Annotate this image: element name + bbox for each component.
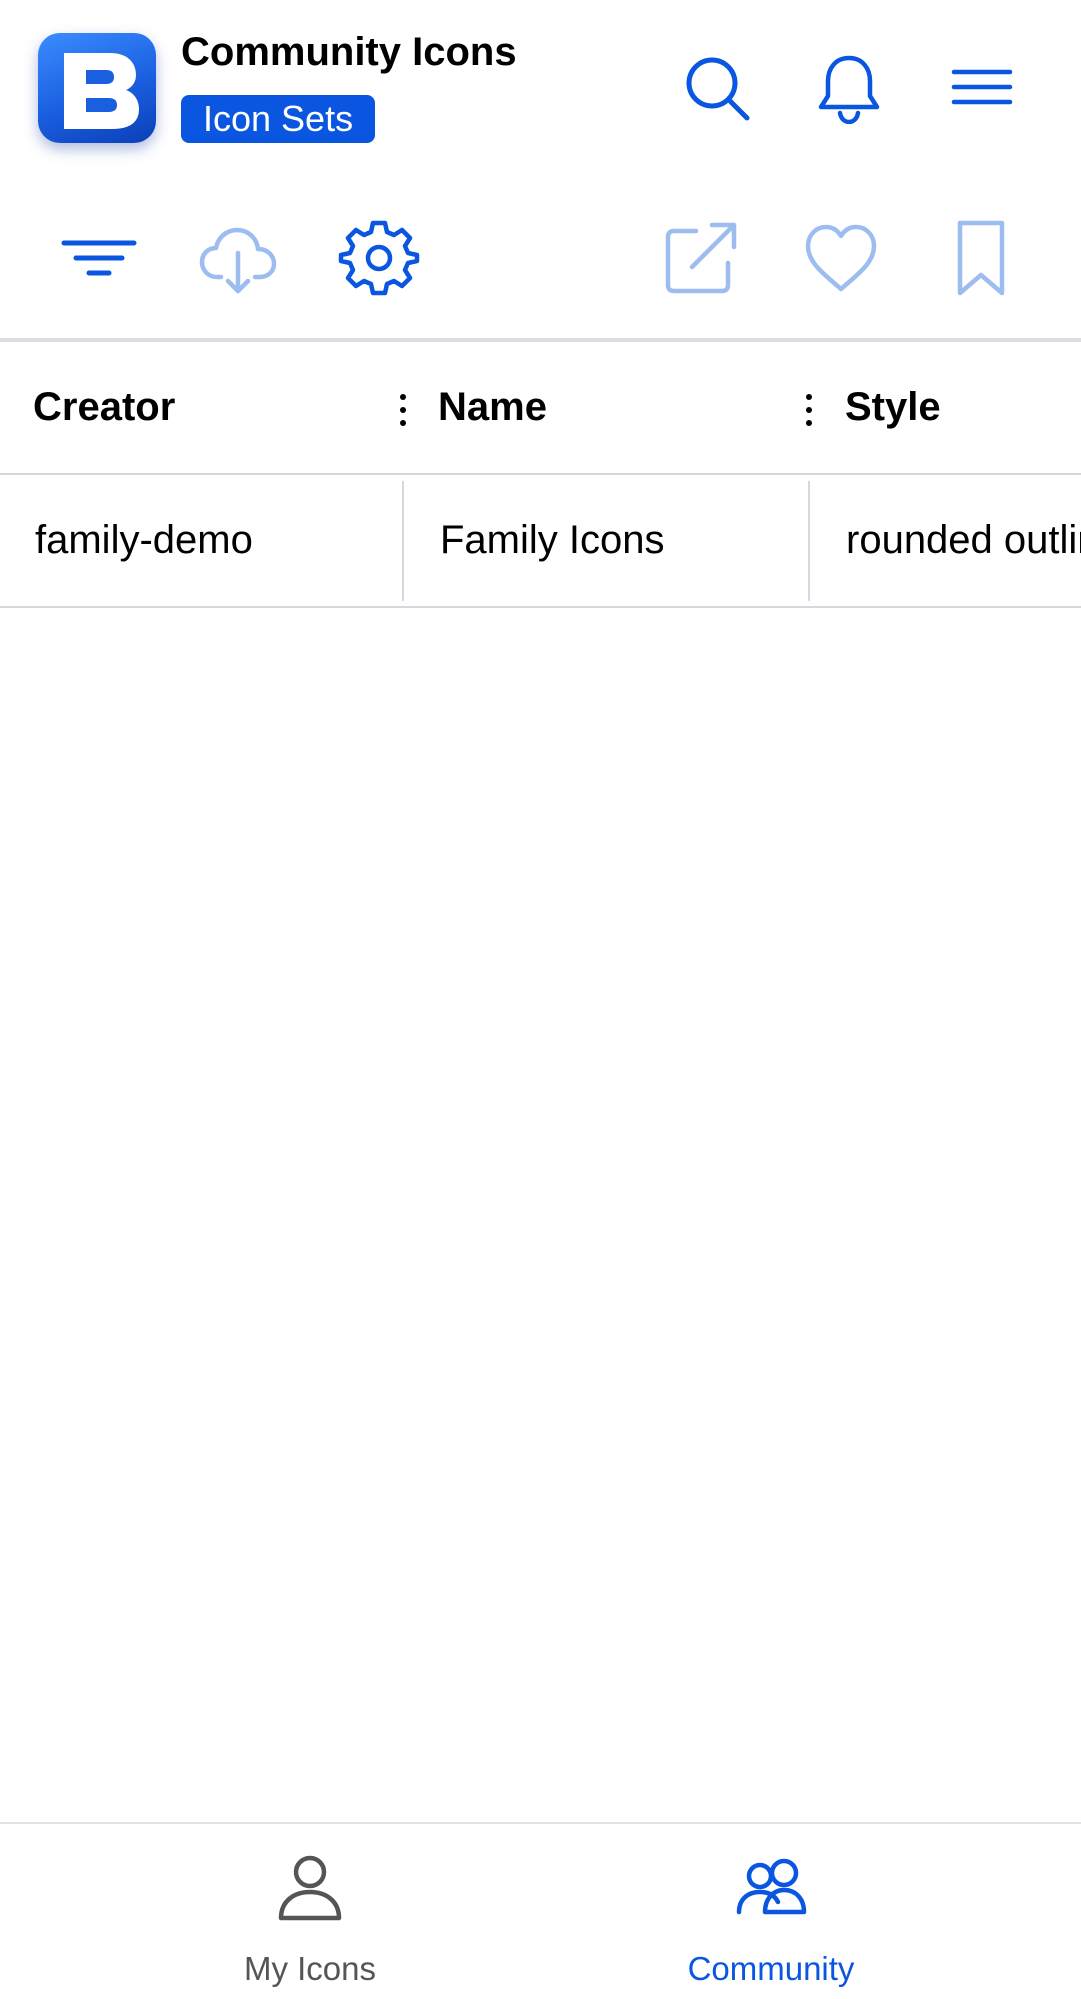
column-menu-button-creator[interactable]: [393, 390, 413, 430]
filter-icon: [61, 240, 137, 276]
hamburger-icon: [951, 69, 1013, 105]
column-separator: [402, 481, 404, 601]
external-link-icon: [665, 222, 737, 294]
person-icon: [278, 1855, 342, 1921]
app-title: Community Icons: [181, 30, 517, 74]
nav-label-community: Community: [687, 1950, 855, 1987]
settings-gear-icon: [338, 220, 420, 296]
column-separator: [808, 481, 810, 601]
people-icon: [736, 1858, 807, 1915]
table-row[interactable]: family-demo Family Icons rounded outline: [0, 475, 1081, 608]
search-icon: [686, 57, 750, 121]
column-header-creator[interactable]: Creator: [33, 342, 175, 473]
cell-style: rounded outline: [846, 518, 1081, 562]
app-header: Community Icons Icon Sets: [0, 0, 1081, 175]
open-external-button[interactable]: [660, 217, 742, 299]
vertical-dots-icon: [400, 394, 406, 426]
column-menu-button-name[interactable]: [799, 390, 819, 430]
nav-label-my-icons: My Icons: [243, 1950, 377, 1987]
nav-tab-community[interactable]: Community: [621, 1824, 921, 1999]
bottom-navigation: My Icons Community: [0, 1822, 1081, 1999]
cell-name: Family Icons: [440, 518, 665, 562]
filter-button[interactable]: [58, 217, 140, 299]
bookmark-icon: [957, 220, 1005, 296]
table-header-row: Creator Name Style: [0, 342, 1081, 475]
favorite-button[interactable]: [800, 217, 882, 299]
notifications-button[interactable]: [813, 52, 885, 125]
heart-icon: [805, 224, 877, 292]
column-header-name[interactable]: Name: [438, 342, 547, 473]
bookmark-button[interactable]: [940, 217, 1022, 299]
app-logo-b-icon: [64, 53, 139, 129]
menu-button[interactable]: [946, 52, 1018, 124]
nav-icon-wrapper: [735, 1850, 807, 1922]
icon-sets-table: Creator Name Style family-demo Family Ic…: [0, 342, 1081, 608]
search-button[interactable]: [681, 52, 753, 124]
settings-button[interactable]: [338, 217, 420, 299]
icon-sets-badge: Icon Sets: [181, 95, 376, 143]
app-logo[interactable]: [38, 33, 156, 143]
nav-icon-wrapper: [274, 1850, 346, 1922]
vertical-dots-icon: [806, 394, 812, 426]
cloud-download-icon: [199, 227, 277, 294]
cell-creator: family-demo: [35, 518, 253, 562]
download-button[interactable]: [197, 217, 279, 299]
bell-icon: [818, 55, 880, 125]
nav-tab-my-icons[interactable]: My Icons: [160, 1824, 460, 1999]
column-header-style[interactable]: Style: [845, 342, 941, 473]
toolbar: [0, 190, 1081, 320]
